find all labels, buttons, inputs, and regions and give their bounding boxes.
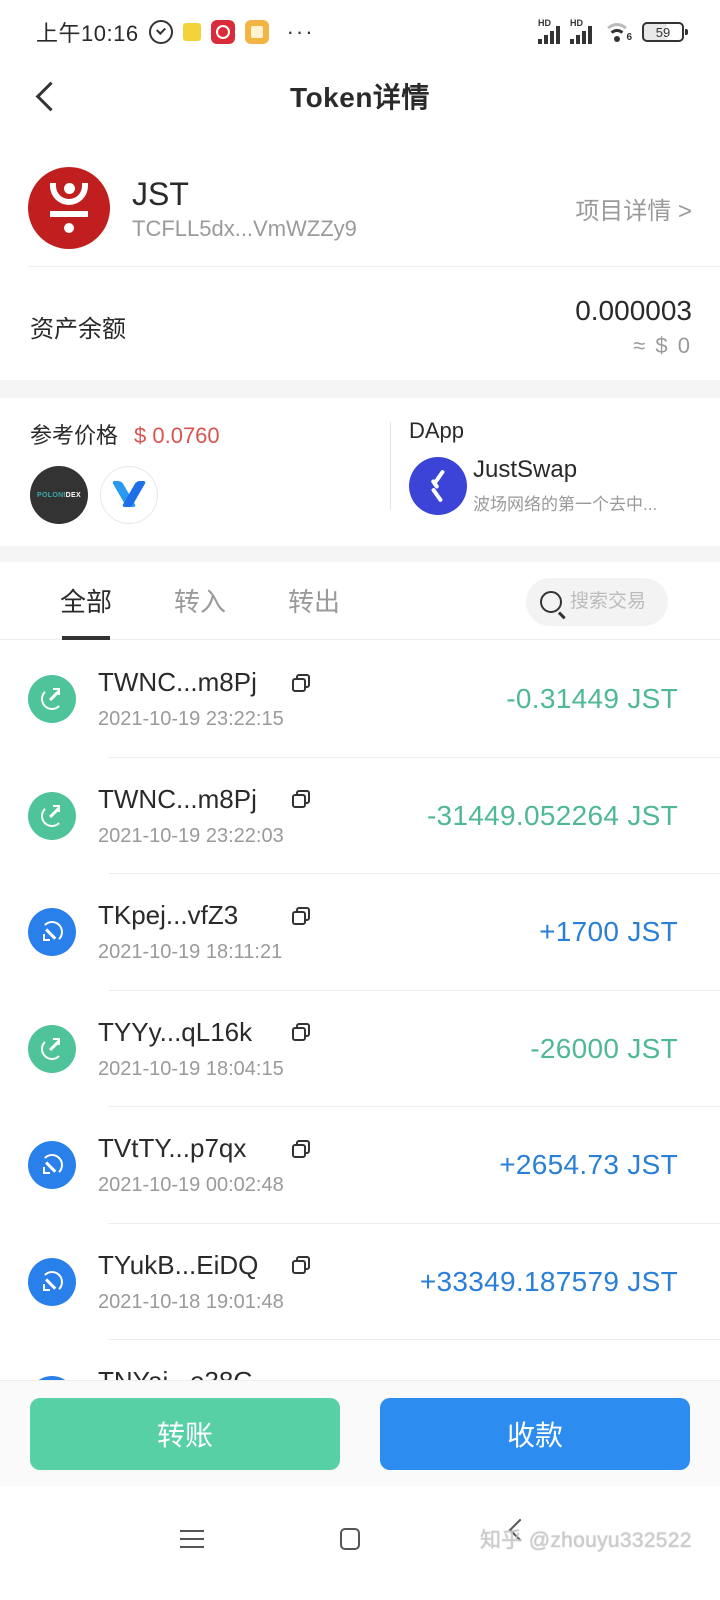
token-contract-address: TCFLL5dx...VmWZZy9 xyxy=(132,216,357,241)
project-detail-link[interactable]: 项目详情 > xyxy=(575,191,692,226)
signal-icon: HD xyxy=(538,18,560,44)
incoming-transfer-icon xyxy=(28,1257,76,1306)
transaction-time: 2021-10-19 23:22:15 xyxy=(98,708,284,731)
transaction-time: 2021-10-18 19:01:48 xyxy=(98,1290,284,1313)
price-dapp-section: 参考价格 $ 0.0760 POLONI DEX DApp JustSwap 波场… xyxy=(0,398,720,546)
asset-balance-row: 资产余额 0.000003 ≈ $ 0 xyxy=(0,276,720,376)
transaction-time: 2021-10-19 18:04:15 xyxy=(98,1057,284,1080)
reference-price-value: $ 0.0760 xyxy=(134,423,220,448)
transaction-amount: +1700 JST xyxy=(539,916,678,948)
bottom-action-bar: 转账 收款 xyxy=(0,1380,720,1486)
balance-amount: 0.000003 xyxy=(575,295,692,326)
balance-label: 资产余额 xyxy=(30,315,126,343)
home-icon[interactable] xyxy=(340,1528,360,1550)
transaction-row[interactable]: TKpej...vfZ3 2021-10-19 18:11:21 +1700 J… xyxy=(0,874,720,991)
transaction-row[interactable]: TYYy...qL16k 2021-10-19 18:04:15 -26000 … xyxy=(0,991,720,1108)
dapp-panel: DApp JustSwap 波场网络的第一个去中... xyxy=(391,398,720,546)
signal-hd-label: HD xyxy=(538,18,551,28)
copy-icon[interactable] xyxy=(290,1138,312,1160)
transfer-button[interactable]: 转账 xyxy=(30,1397,340,1470)
copy-icon[interactable] xyxy=(290,788,312,810)
jst-token-logo-icon xyxy=(28,167,110,249)
alarm-icon xyxy=(148,20,173,44)
transaction-amount: -26000 JST xyxy=(530,1032,678,1064)
copy-icon[interactable] xyxy=(290,1021,312,1043)
transaction-address: TYukB...EiDQ xyxy=(98,1249,259,1280)
transaction-address: TWNC...m8Pj xyxy=(98,783,257,814)
token-header: JST TCFLL5dx...VmWZZy9 项目详情 > xyxy=(0,150,720,266)
page-title: Token详情 xyxy=(290,82,430,113)
dapp-justswap-item[interactable]: JustSwap 波场网络的第一个去中... xyxy=(409,456,720,515)
system-navigation-bar: 知乎 @zhouyu332522 xyxy=(0,1486,720,1600)
reference-price-label: 参考价格 xyxy=(30,423,119,448)
polonidex-label-part1: POLONI xyxy=(37,491,66,499)
transaction-time: 2021-10-19 23:22:03 xyxy=(98,824,284,847)
transaction-address: TNYaj...e38G xyxy=(98,1366,254,1380)
battery-icon: 59 xyxy=(642,22,688,42)
transaction-time: 2021-10-19 18:11:21 xyxy=(98,941,283,964)
battery-percent: 59 xyxy=(655,24,671,40)
incoming-transfer-icon xyxy=(28,1141,76,1190)
transaction-search[interactable] xyxy=(526,578,668,626)
token-symbol: JST xyxy=(132,176,189,212)
app-notification-icon xyxy=(244,20,269,44)
signal-icon: HD xyxy=(570,18,592,44)
section-separator xyxy=(0,546,720,562)
transaction-address: TWNC...m8Pj xyxy=(98,667,257,698)
transaction-address: TVtTY...p7qx xyxy=(98,1133,247,1164)
status-time: 上午10:16 xyxy=(36,21,139,46)
section-separator xyxy=(0,380,720,398)
tab-all[interactable]: 全部 xyxy=(60,562,112,640)
tab-outgoing[interactable]: 转出 xyxy=(288,562,340,640)
divider xyxy=(28,266,720,267)
transaction-amount: +2654.73 JST xyxy=(499,1149,678,1181)
signal-hd-label: HD xyxy=(570,18,583,28)
transaction-row[interactable]: TVtTY...p7qx 2021-10-19 00:02:48 +2654.7… xyxy=(0,1107,720,1224)
polonidex-exchange-icon[interactable]: POLONI DEX xyxy=(30,466,88,524)
search-icon xyxy=(540,591,562,613)
more-notifications-icon: ··· xyxy=(286,19,315,44)
transaction-row-partial[interactable]: TNYaj...e38G xyxy=(0,1340,720,1380)
app-notification-icon xyxy=(210,20,235,44)
transaction-tabs: 全部 转入 转出 xyxy=(0,562,720,640)
balance-fiat-value: ≈ $ 0 xyxy=(633,333,692,358)
transaction-list: TWNC...m8Pj 2021-10-19 23:22:15 -0.31449… xyxy=(0,641,720,1340)
x-exchange-icon[interactable] xyxy=(100,466,158,524)
copy-icon[interactable] xyxy=(290,905,312,927)
transaction-amount: -0.31449 JST xyxy=(506,683,678,715)
watermark: 知乎 @zhouyu332522 xyxy=(480,1529,692,1552)
transaction-amount: +33349.187579 JST xyxy=(419,1265,678,1297)
reference-price-panel: 参考价格 $ 0.0760 POLONI DEX xyxy=(0,398,390,546)
app-notification-icon xyxy=(182,23,201,41)
outgoing-transfer-icon xyxy=(28,1024,76,1073)
transaction-row[interactable]: TWNC...m8Pj 2021-10-19 23:22:15 -0.31449… xyxy=(0,641,720,758)
wifi-label: 6 xyxy=(626,32,632,43)
search-input[interactable] xyxy=(570,591,660,613)
tab-incoming[interactable]: 转入 xyxy=(174,562,226,640)
receive-button[interactable]: 收款 xyxy=(380,1397,690,1470)
transaction-address: TYYy...qL16k xyxy=(98,1016,253,1047)
incoming-transfer-icon xyxy=(28,908,76,957)
transaction-row[interactable]: TYukB...EiDQ 2021-10-18 19:01:48 +33349.… xyxy=(0,1224,720,1341)
polonidex-label-part2: DEX xyxy=(65,491,81,499)
outgoing-transfer-icon xyxy=(28,791,76,840)
justswap-logo-icon xyxy=(409,456,467,515)
transaction-row[interactable]: TWNC...m8Pj 2021-10-19 23:22:03 -31449.0… xyxy=(0,758,720,875)
dapp-description: 波场网络的第一个去中... xyxy=(473,495,658,514)
outgoing-transfer-icon xyxy=(28,675,76,724)
menu-icon[interactable] xyxy=(180,1530,204,1548)
wifi-icon: 6 xyxy=(602,21,632,43)
status-bar: 上午10:16 ··· HD HD 6 59 xyxy=(0,0,720,64)
copy-icon[interactable] xyxy=(290,1254,312,1276)
transaction-amount: -31449.052264 JST xyxy=(426,799,678,831)
transaction-time: 2021-10-19 00:02:48 xyxy=(98,1174,284,1197)
transaction-address: TKpej...vfZ3 xyxy=(98,900,239,931)
dapp-label: DApp xyxy=(409,418,465,443)
back-button[interactable] xyxy=(34,82,62,110)
dapp-name: JustSwap xyxy=(473,456,578,483)
copy-icon[interactable] xyxy=(290,672,312,694)
nav-header: Token详情 xyxy=(0,64,720,128)
